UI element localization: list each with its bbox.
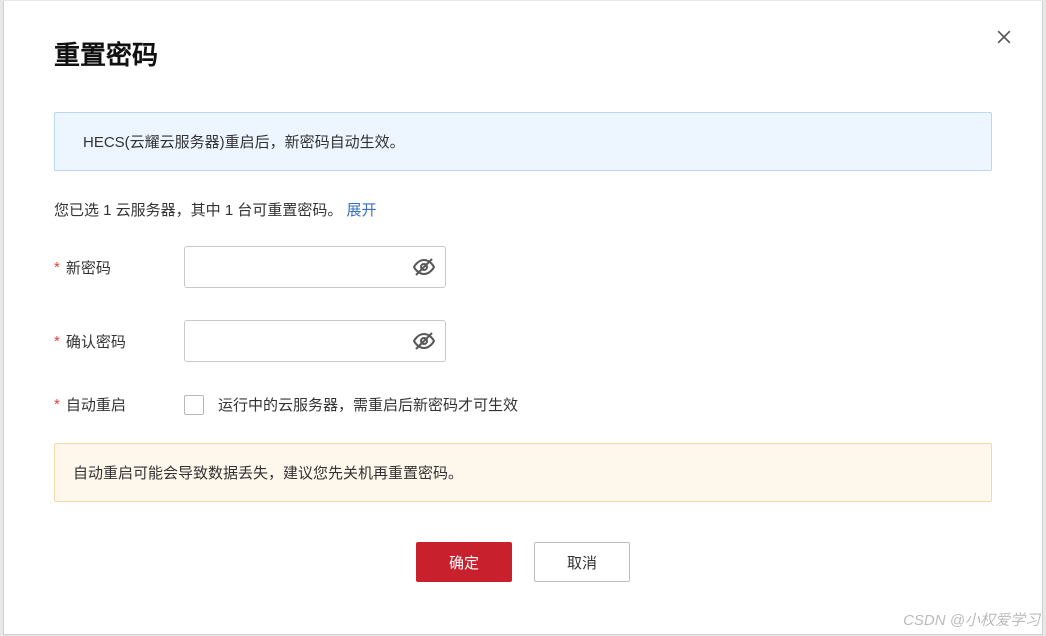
modal-title: 重置密码 [54, 35, 992, 72]
confirm-password-row: * 确认密码 [54, 320, 992, 362]
required-star-icon: * [54, 259, 60, 276]
toggle-confirm-password-visibility[interactable] [412, 329, 436, 353]
auto-restart-label-text: 自动重启 [66, 394, 126, 415]
info-banner: HECS(云耀云服务器)重启后，新密码自动生效。 [54, 112, 992, 171]
confirm-password-wrap [184, 320, 446, 362]
close-button[interactable] [994, 27, 1014, 52]
new-password-row: * 新密码 [54, 246, 992, 288]
eye-off-icon [412, 329, 436, 353]
new-password-label-text: 新密码 [66, 257, 111, 278]
new-password-input[interactable] [184, 246, 446, 288]
close-icon [994, 27, 1014, 47]
required-star-icon: * [54, 396, 60, 413]
confirm-button[interactable]: 确定 [416, 542, 512, 582]
new-password-wrap [184, 246, 446, 288]
selection-text: 您已选 1 云服务器，其中 1 台可重置密码。 [54, 202, 342, 219]
required-star-icon: * [54, 333, 60, 350]
cancel-button[interactable]: 取消 [534, 542, 630, 582]
modal-actions: 确定 取消 [54, 542, 992, 582]
auto-restart-hint: 运行中的云服务器，需重启后新密码才可生效 [218, 394, 518, 415]
warning-banner: 自动重启可能会导致数据丢失，建议您先关机再重置密码。 [54, 443, 992, 502]
eye-off-icon [412, 255, 436, 279]
toggle-new-password-visibility[interactable] [412, 255, 436, 279]
reset-password-modal: 重置密码 HECS(云耀云服务器)重启后，新密码自动生效。 您已选 1 云服务器… [3, 1, 1043, 635]
selection-summary: 您已选 1 云服务器，其中 1 台可重置密码。 展开 [54, 199, 992, 220]
confirm-password-label-text: 确认密码 [66, 331, 126, 352]
confirm-password-label: * 确认密码 [54, 331, 184, 352]
new-password-label: * 新密码 [54, 257, 184, 278]
auto-restart-label: * 自动重启 [54, 394, 184, 415]
auto-restart-row: * 自动重启 运行中的云服务器，需重启后新密码才可生效 [54, 394, 992, 415]
expand-link[interactable]: 展开 [347, 202, 377, 219]
confirm-password-input[interactable] [184, 320, 446, 362]
auto-restart-checkbox[interactable] [184, 395, 204, 415]
